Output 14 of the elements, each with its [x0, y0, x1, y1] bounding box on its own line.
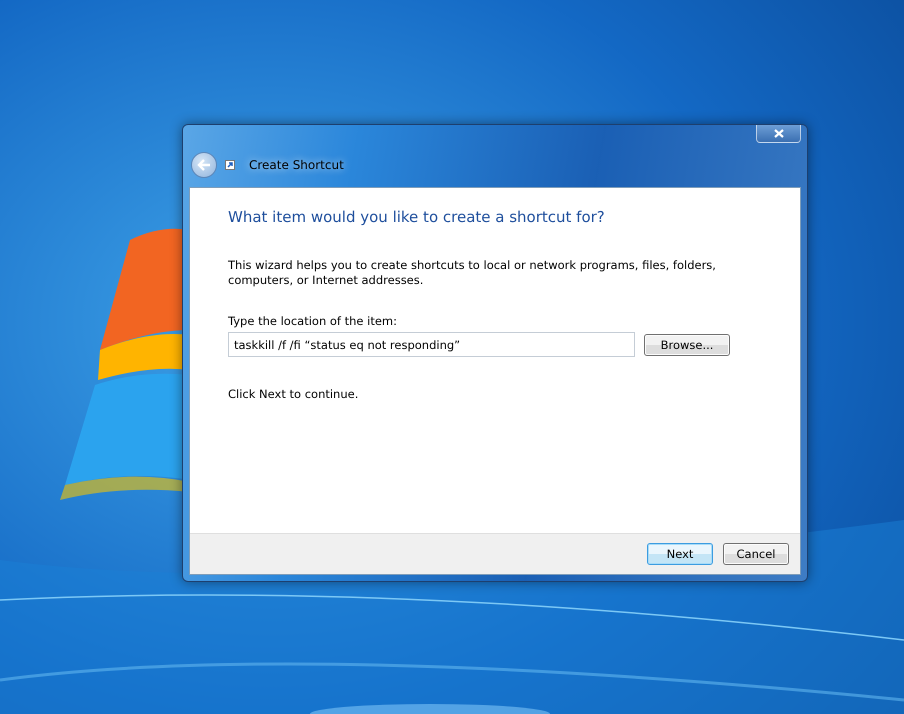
next-button[interactable]: Next: [647, 543, 713, 565]
close-button[interactable]: [756, 125, 801, 143]
wizard-heading: What item would you like to create a shortcut for?: [228, 208, 606, 226]
wizard-description: This wizard helps you to create shortcuts to local or network programs, files, folders, computers, or Internet addresses.: [228, 258, 717, 288]
window-title: Create Shortcut: [249, 158, 344, 172]
location-field[interactable]: taskkill /f /fi “status eq not responding”: [228, 332, 635, 357]
cancel-button[interactable]: Cancel: [723, 543, 789, 565]
location-label: Type the location of the item:: [228, 314, 398, 328]
close-icon: [774, 129, 784, 138]
back-button[interactable]: [191, 152, 217, 178]
instruction-text: Click Next to continue.: [228, 387, 360, 401]
browse-button[interactable]: Browse...: [644, 334, 730, 356]
back-arrow-icon: [197, 159, 211, 171]
shortcut-icon: [225, 160, 235, 170]
